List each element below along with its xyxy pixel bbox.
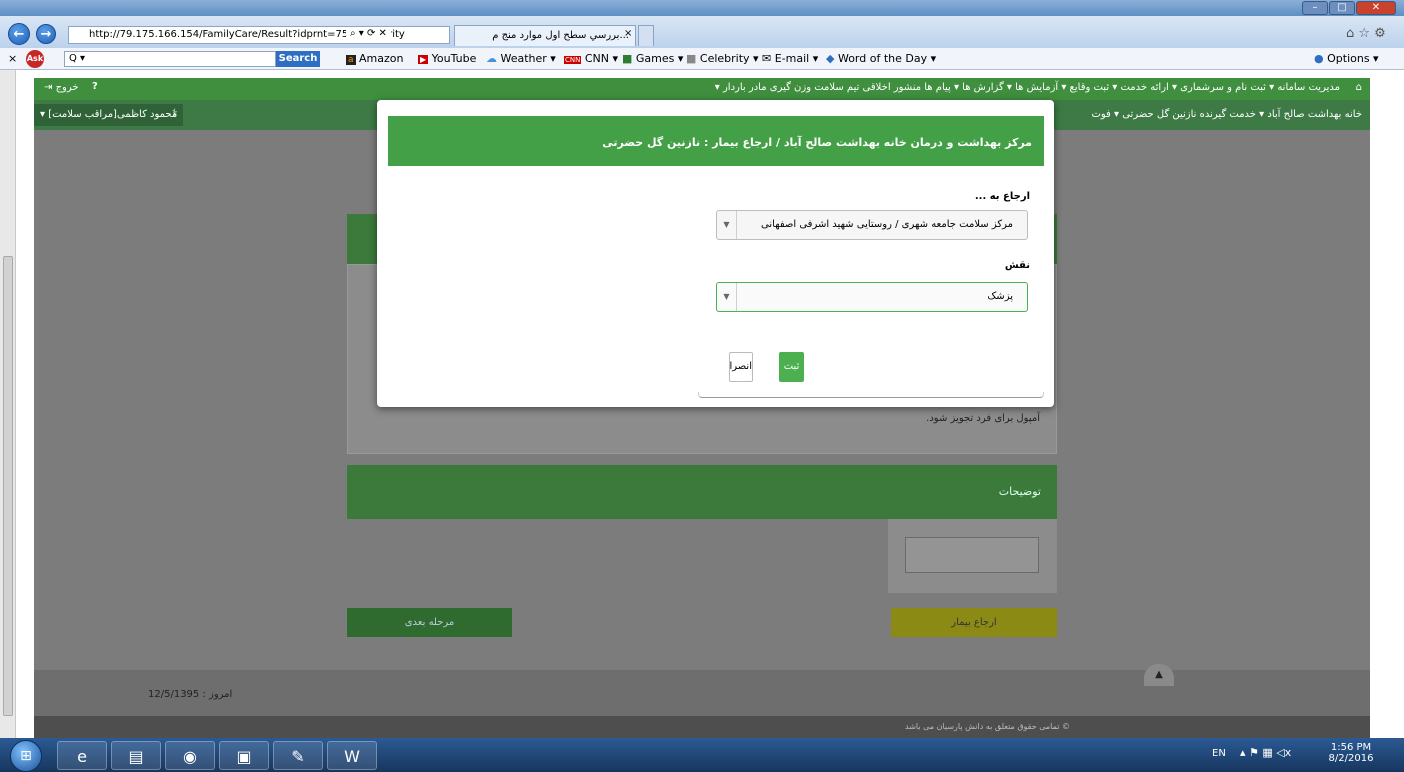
cancel-button[interactable]: انصراف [729,352,753,382]
window-titlebar [0,0,1404,16]
celebrity-icon: ■ [686,52,697,65]
word-taskbar-icon[interactable]: W [327,741,377,770]
word-label: Word of the Day ▾ [837,52,937,65]
notes-textarea[interactable] [905,537,1039,573]
ask-search-placeholder: Q ▾ [69,53,86,64]
language-indicator[interactable]: EN [1212,748,1226,759]
weather-link[interactable]: ☁ Weather ▾ [486,52,556,65]
clock[interactable]: 1:56 PM 8/2/2016 [1326,742,1376,764]
breadcrumb[interactable]: خانه بهداشت صالح آباد ▾ خدمت گیرنده نازن… [1091,109,1362,120]
refer-to-value: مرکز سلامت جامعه شهری / روستایی شهید اشر… [761,219,1013,230]
refer-patient-modal: مرکز بهداشت و درمان خانه بهداشت صالح آبا… [377,100,1054,407]
modal-title: مرکز بهداشت و درمان خانه بهداشت صالح آبا… [602,136,1032,149]
role-select[interactable]: پزشک ▼ [716,282,1028,312]
stethoscope-icon: ⚕ [172,108,178,119]
ask-search-button[interactable]: Search [276,51,320,67]
role-value: پزشک [987,291,1013,302]
tab-close-icon[interactable]: × [624,28,632,39]
photos-taskbar-icon[interactable]: ▣ [219,741,269,770]
start-button-icon[interactable]: ⊞ [10,740,42,772]
forward-icon[interactable]: → [36,24,56,44]
help-icon[interactable]: ? [92,81,98,92]
tab-title: ...بررسي سطح اول موارد منج م [492,30,629,41]
options-icon: ● [1314,52,1324,65]
youtube-icon: ▶ [418,55,429,64]
address-bar[interactable]: http://79.175.166.154/FamilyCare/Result?… [68,26,450,44]
ie-taskbar-icon[interactable]: e [57,741,107,770]
games-link[interactable]: ■ Games ▾ [622,52,683,65]
email-label: E-mail ▾ [774,52,819,65]
close-toolbar-icon[interactable]: × [8,52,17,65]
refer-to-select[interactable]: مرکز سلامت جامعه شهری / روستایی شهید اشر… [716,210,1028,240]
scrollbar-thumb[interactable] [3,256,13,716]
celebrity-label: Celebrity ▾ [699,52,759,65]
page-footer: امروز : 12/5/1395 ▲ [34,664,1370,716]
explorer-taskbar-icon[interactable]: ▤ [111,741,161,770]
main-menu-bar: ⌂ مدیریت سامانه ▾ ثبت نام و سرشماری ▾ ار… [34,78,1370,100]
cnn-label: CNN ▾ [584,52,619,65]
bg-card-text: آمپول برای فرد تجویز شود. [926,413,1040,424]
email-icon: ✉ [762,52,772,65]
clock-date: 8/2/2016 [1328,753,1374,764]
user-label: محمود کاظمی[مراقب سلامت] ▾ [40,109,178,120]
refer-patient-button[interactable]: ارجاع بیمار [891,608,1057,637]
logout-label: خروج [55,82,79,93]
paint-taskbar-icon[interactable]: ✎ [273,741,323,770]
tray-icons[interactable]: ▴ ⚑ ▦ ◁x [1240,746,1291,759]
media-taskbar-icon[interactable]: ◉ [165,741,215,770]
weather-icon: ☁ [486,52,497,65]
next-step-button[interactable]: مرحله بعدی [347,608,512,637]
games-label: Games ▾ [635,52,684,65]
submit-button[interactable]: ثبت [779,352,804,382]
celebrity-link[interactable]: ■ Celebrity ▾ [686,52,759,65]
notes-header: توضیحات [347,465,1057,519]
tab-active[interactable]: ...بررسي سطح اول موارد منج م [454,25,636,46]
amazon-icon: a [346,55,356,65]
back-icon[interactable]: ← [8,23,30,45]
ask-logo-icon: Ask [26,50,44,68]
amazon-link[interactable]: a Amazon [346,52,403,65]
close-window-button[interactable]: ✕ [1356,1,1396,15]
role-label: نقش [1004,260,1030,271]
chevron-down-icon[interactable]: ▼ [717,283,737,311]
ask-search-input[interactable]: Q ▾ [64,51,276,67]
cnn-link[interactable]: CNN CNN ▾ [564,52,618,65]
page-scrollbar[interactable] [0,70,16,745]
youtube-label: YouTube [431,52,477,65]
new-tab-button[interactable] [638,25,654,46]
word-of-day-link[interactable]: ◆ Word of the Day ▾ [826,52,936,65]
address-tools-icon[interactable]: ⌕ ▾ ⟳ ✕ [346,28,391,39]
home-icon[interactable]: ⌂ [1356,82,1362,93]
modal-header: مرکز بهداشت و درمان خانه بهداشت صالح آبا… [388,116,1044,166]
copyright-text: © تمامی حقوق متعلق به دانش پارسیان می با… [905,722,1070,731]
cnn-icon: CNN [564,56,582,64]
scroll-top-icon[interactable]: ▲ [1144,664,1174,686]
youtube-link[interactable]: ▶ YouTube [418,52,476,65]
maximize-button[interactable]: □ [1329,1,1355,15]
notes-box [888,519,1057,593]
chevron-down-icon[interactable]: ▼ [717,211,737,239]
main-menu[interactable]: مدیریت سامانه ▾ ثبت نام و سرشماری ▾ ارائ… [715,82,1340,93]
games-icon: ■ [622,52,633,65]
home-star-gear-icon[interactable]: ⌂ ☆ ⚙ [1346,26,1386,41]
options-label: Options ▾ [1327,52,1379,65]
notes-title: توضیحات [998,485,1041,498]
copyright-bar: © تمامی حقوق متعلق به دانش پارسیان می با… [34,716,1370,738]
clock-time: 1:56 PM [1330,742,1372,753]
user-menu[interactable]: محمود کاظمی[مراقب سلامت] ▾ [34,104,184,126]
today-date: امروز : 12/5/1395 [148,689,233,700]
email-link[interactable]: ✉ E-mail ▾ [762,52,818,65]
weather-label: Weather ▾ [500,52,556,65]
logout-link[interactable]: خروج ⇥ [44,82,79,93]
refer-to-label: ارجاع به ... [974,191,1030,202]
word-icon: ◆ [826,52,835,65]
amazon-label: Amazon [359,52,404,65]
modal-footer-divider [698,392,1044,398]
minimize-button[interactable]: – [1302,1,1328,15]
options-menu[interactable]: ● Options ▾ [1314,52,1379,65]
